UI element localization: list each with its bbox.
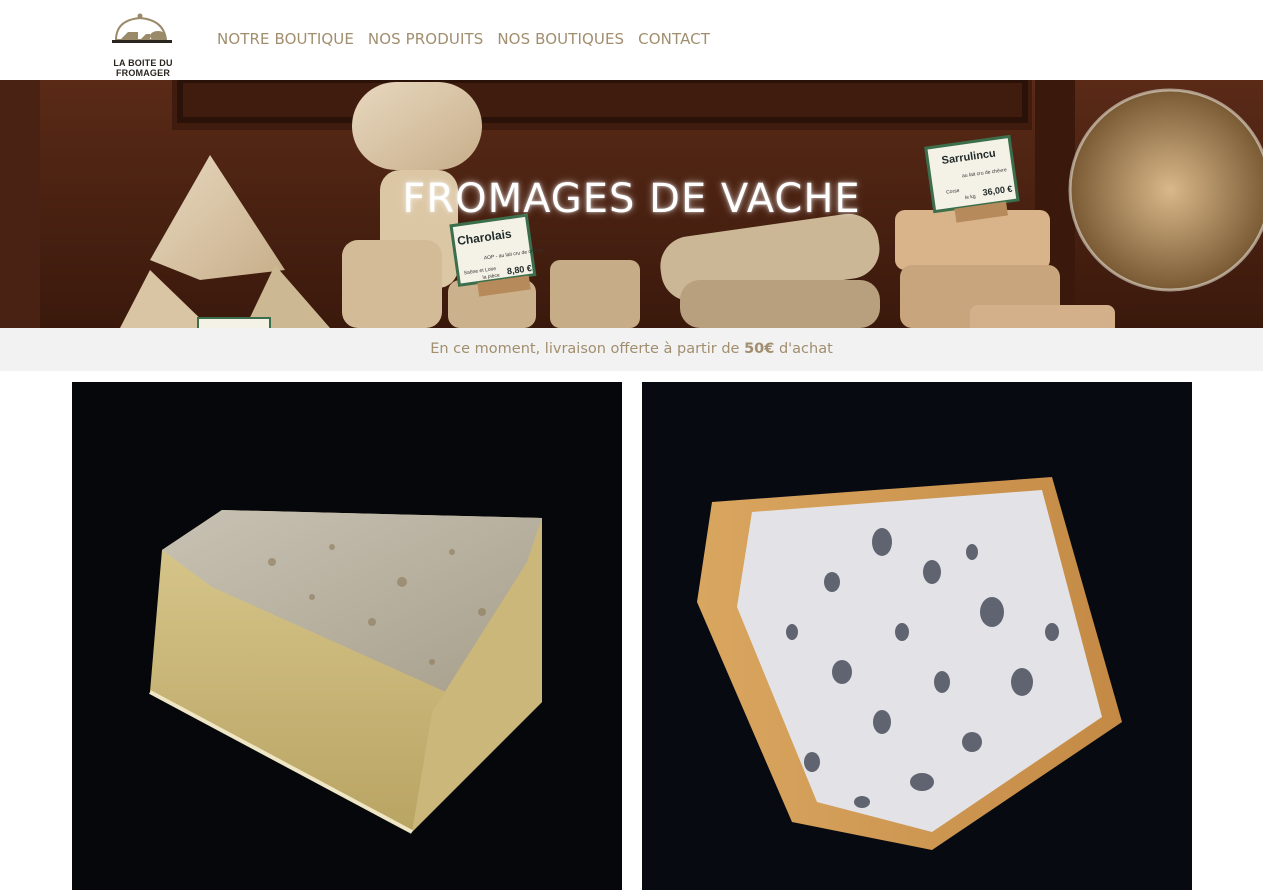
- banner-suffix: d'achat: [778, 341, 833, 357]
- nav-notre-boutique[interactable]: NOTRE BOUTIQUE: [210, 29, 361, 49]
- site-header: LA BOITE DU FROMAGER NOTRE BOUTIQUE NOS …: [0, 0, 1263, 80]
- product-card-tomme[interactable]: [72, 382, 622, 890]
- product-card-bleu[interactable]: [642, 382, 1192, 890]
- nav-nos-produits[interactable]: NOS PRODUITS: [361, 29, 490, 49]
- product-image-bleu: [642, 382, 1192, 890]
- site-logo[interactable]: LA BOITE DU FROMAGER: [88, 8, 198, 78]
- banner-amount: 50€: [744, 341, 775, 357]
- cheese-dome-icon: [112, 13, 172, 43]
- banner-prefix: En ce moment, livraison offerte à partir…: [430, 341, 740, 357]
- hero-banner: Charolais AOP - au lait cru de chèvre Sa…: [0, 80, 1263, 328]
- main-nav: NOTRE BOUTIQUE NOS PRODUITS NOS BOUTIQUE…: [210, 29, 717, 49]
- nav-nos-boutiques[interactable]: NOS BOUTIQUES: [490, 29, 631, 49]
- page-title: FROMAGES DE VACHE: [402, 176, 861, 222]
- delivery-banner: En ce moment, livraison offerte à partir…: [0, 328, 1263, 371]
- logo-text: LA BOITE DU FROMAGER: [113, 58, 173, 78]
- product-image-tomme: [72, 382, 622, 890]
- nav-contact[interactable]: CONTACT: [631, 29, 717, 49]
